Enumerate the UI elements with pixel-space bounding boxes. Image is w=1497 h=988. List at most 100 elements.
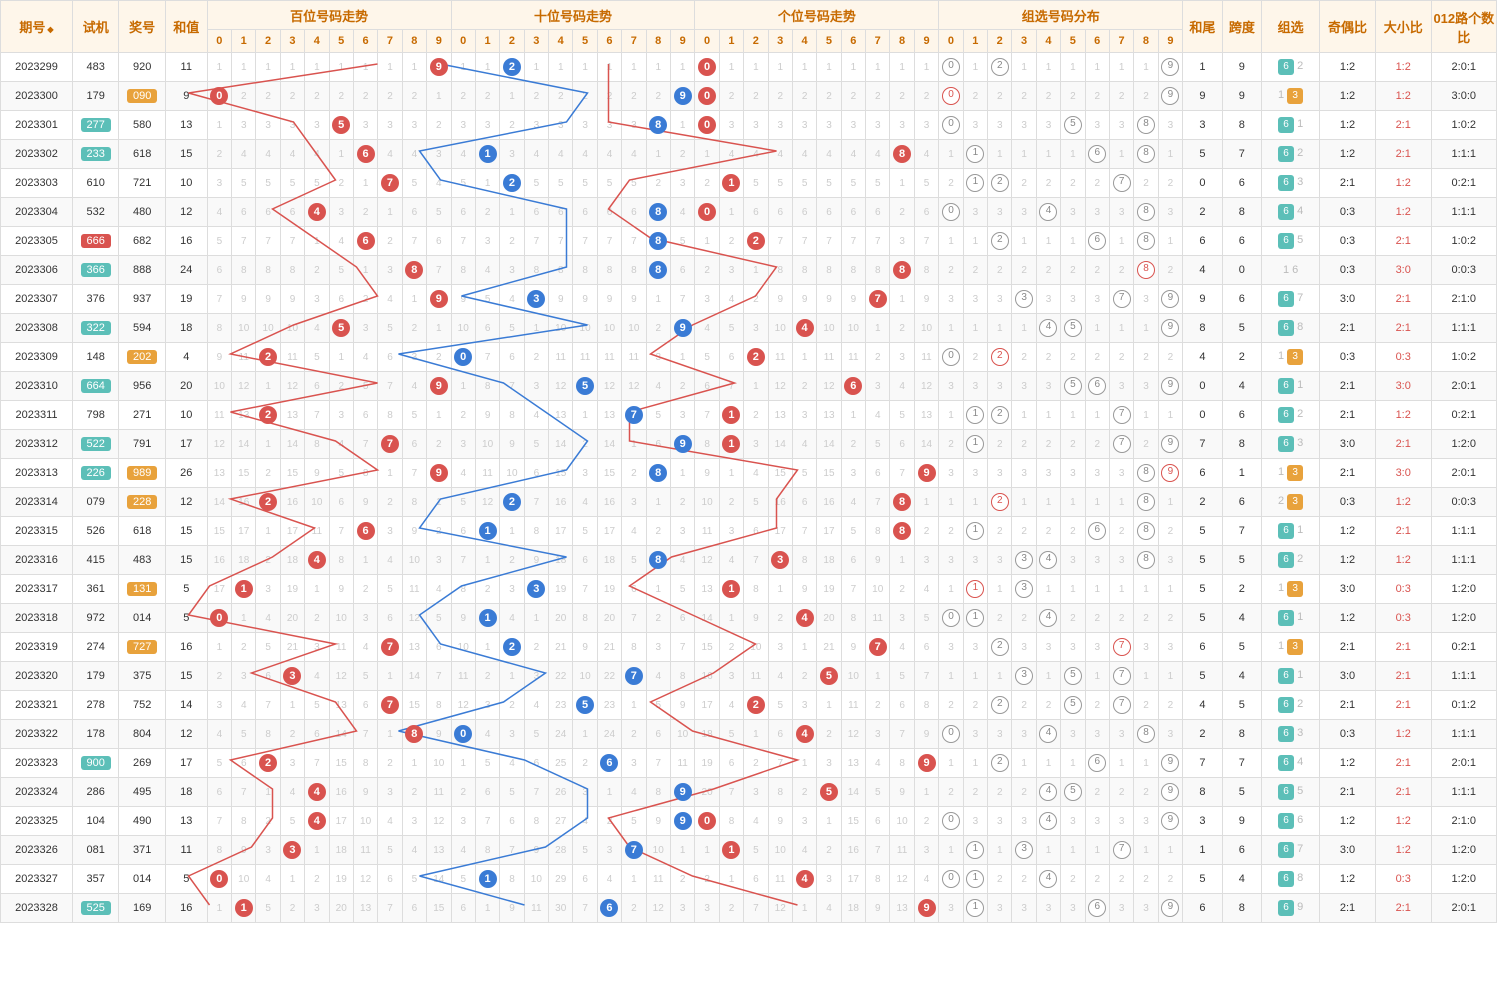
tens-miss: 3 [500, 140, 524, 169]
digit-header-cell: 1 [963, 30, 987, 53]
digit-header-cell: 5 [329, 30, 353, 53]
route012-cell: 1:1:1 [1431, 140, 1496, 169]
ones-miss: 1 [695, 836, 719, 865]
hundreds-miss: 2 [280, 720, 304, 749]
combo-cell: 0 [939, 604, 963, 633]
tens-miss: 5 [549, 169, 573, 198]
ones-miss: 11 [914, 343, 939, 372]
ones-ball: 6 [841, 372, 865, 401]
combo-cell: 1 [1061, 140, 1085, 169]
hundreds-miss: 3 [305, 285, 329, 314]
col-award[interactable]: 奖号 [119, 1, 165, 53]
tens-miss: 4 [573, 140, 597, 169]
ones-miss: 20 [817, 604, 841, 633]
tens-ball: 3 [524, 285, 548, 314]
ones-miss: 16 [841, 836, 865, 865]
award-cell: 618 [119, 140, 165, 169]
combo-cell: 1 [1109, 140, 1133, 169]
route012-cell: 1:1:1 [1431, 662, 1496, 691]
ones-miss: 13 [890, 894, 914, 923]
test-cell: 522 [72, 430, 118, 459]
tens-miss: 3 [646, 633, 670, 662]
col-tens: 十位号码走势 [451, 1, 695, 30]
ones-miss: 9 [866, 894, 890, 923]
hundreds-miss: 4 [232, 140, 256, 169]
route012-cell: 1:2:0 [1431, 575, 1496, 604]
tail-cell: 4 [1183, 343, 1222, 372]
col-period[interactable]: 期号 [1, 1, 73, 53]
ones-miss: 5 [866, 430, 890, 459]
combo-cell: 1 [1134, 575, 1158, 604]
hundreds-ball: 7 [378, 169, 402, 198]
ones-miss: 2 [914, 807, 939, 836]
hundreds-ball: 6 [353, 227, 377, 256]
period-cell: 2023305 [1, 227, 73, 256]
ones-miss: 3 [744, 778, 768, 807]
tens-miss: 5 [451, 488, 475, 517]
tens-miss: 4 [524, 401, 548, 430]
col-route012[interactable]: 012路个数比 [1431, 1, 1496, 53]
ones-miss: 9 [744, 604, 768, 633]
tens-miss: 5 [573, 836, 597, 865]
ones-miss: 7 [817, 227, 841, 256]
col-oddeven[interactable]: 奇偶比 [1320, 1, 1376, 53]
tens-miss: 14 [549, 430, 573, 459]
col-span[interactable]: 跨度 [1222, 1, 1261, 53]
ones-miss: 7 [744, 894, 768, 923]
combo-cell: 1 [963, 749, 987, 778]
ones-miss: 1 [719, 198, 743, 227]
tail-cell: 5 [1183, 604, 1222, 633]
tail-cell: 5 [1183, 575, 1222, 604]
ones-miss: 12 [768, 894, 792, 923]
combo-cell: 1 [1012, 401, 1036, 430]
col-sumtail[interactable]: 和尾 [1183, 1, 1222, 53]
award-cell: 014 [119, 865, 165, 894]
tens-ball: 6 [597, 749, 621, 778]
hundreds-ball: 4 [305, 198, 329, 227]
tens-ball: 8 [646, 198, 670, 227]
ones-ball: 7 [866, 633, 890, 662]
combo-cell: 2 [1012, 256, 1036, 285]
digit-header-cell: 7 [622, 30, 646, 53]
col-test[interactable]: 试机 [72, 1, 118, 53]
combo-cell: 2 [1061, 343, 1085, 372]
hundreds-miss: 18 [280, 546, 304, 575]
col-zuxuan[interactable]: 组选 [1262, 1, 1320, 53]
tens-miss: 6 [500, 343, 524, 372]
hundreds-miss: 7 [207, 807, 231, 836]
tens-miss: 2 [573, 82, 597, 111]
tens-miss: 11 [646, 865, 670, 894]
col-sum[interactable]: 和值 [165, 1, 207, 53]
ones-miss: 8 [841, 604, 865, 633]
combo-cell: 2 [1036, 82, 1060, 111]
hundreds-miss: 2 [353, 82, 377, 111]
period-cell: 2023321 [1, 691, 73, 720]
hundreds-miss: 12 [232, 372, 256, 401]
ones-miss: 3 [695, 285, 719, 314]
combo-cell: 1 [988, 662, 1012, 691]
hundreds-miss: 1 [232, 53, 256, 82]
table-row: 2023326081371118933118115413487928537101… [1, 836, 1497, 865]
bigsmall-cell: 1:2 [1375, 401, 1431, 430]
hundreds-ball: 7 [378, 633, 402, 662]
bigsmall-cell: 3:0 [1375, 459, 1431, 488]
ones-miss: 4 [695, 314, 719, 343]
hundreds-miss: 7 [256, 227, 280, 256]
tens-miss: 10 [475, 430, 499, 459]
ones-miss: 3 [914, 111, 939, 140]
col-bigsmall[interactable]: 大小比 [1375, 1, 1431, 53]
tens-miss: 8 [475, 372, 499, 401]
ones-miss: 1 [914, 778, 939, 807]
hundreds-miss: 1 [232, 604, 256, 633]
tens-miss: 7 [646, 749, 670, 778]
tail-cell: 2 [1183, 488, 1222, 517]
period-cell: 2023316 [1, 546, 73, 575]
ones-miss: 1 [817, 691, 841, 720]
hundreds-miss: 7 [378, 372, 402, 401]
tens-miss: 11 [475, 459, 499, 488]
tens-miss: 2 [500, 227, 524, 256]
hundreds-miss: 5 [378, 575, 402, 604]
tens-miss: 28 [549, 836, 573, 865]
tens-miss: 4 [549, 140, 573, 169]
award-cell: 490 [119, 807, 165, 836]
